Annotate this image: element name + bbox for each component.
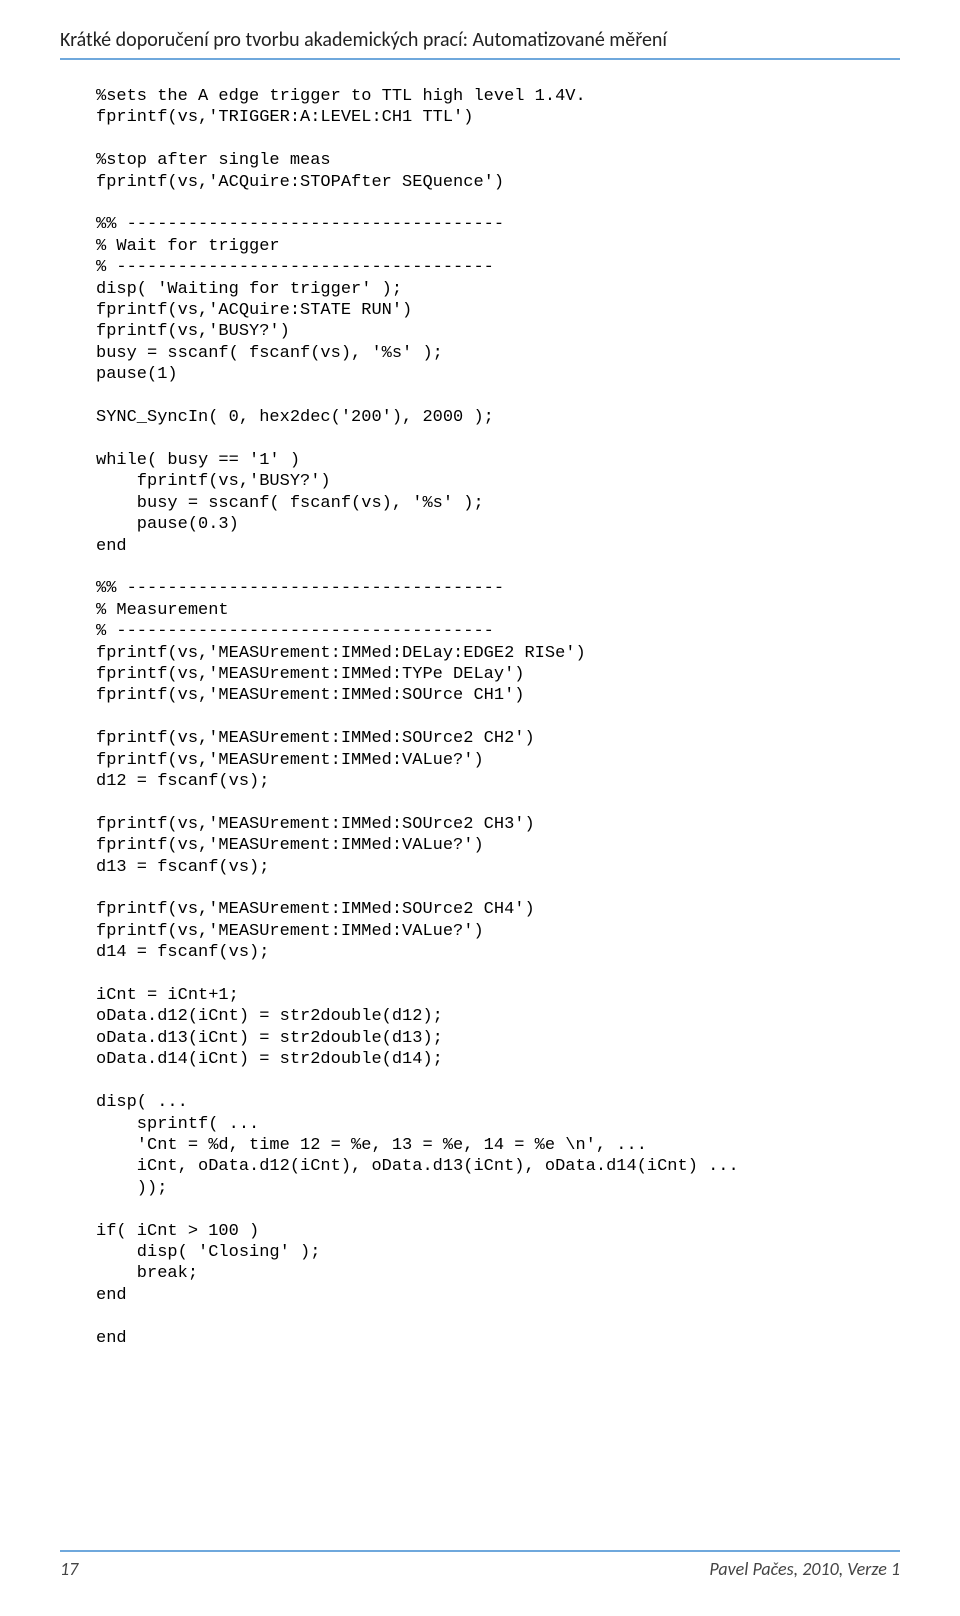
page-number: 17 — [60, 1558, 78, 1580]
document-page: Krátké doporučení pro tvorbu akademickýc… — [0, 0, 960, 1616]
page-header: Krátké doporučení pro tvorbu akademickýc… — [60, 28, 900, 60]
code-listing: %sets the A edge trigger to TTL high lev… — [96, 86, 900, 1349]
footer-credit: Pavel Pačes, 2010, Verze 1 — [709, 1558, 900, 1580]
page-footer: 17 Pavel Pačes, 2010, Verze 1 — [60, 1550, 900, 1580]
header-title: Krátké doporučení pro tvorbu akademickýc… — [60, 28, 667, 52]
